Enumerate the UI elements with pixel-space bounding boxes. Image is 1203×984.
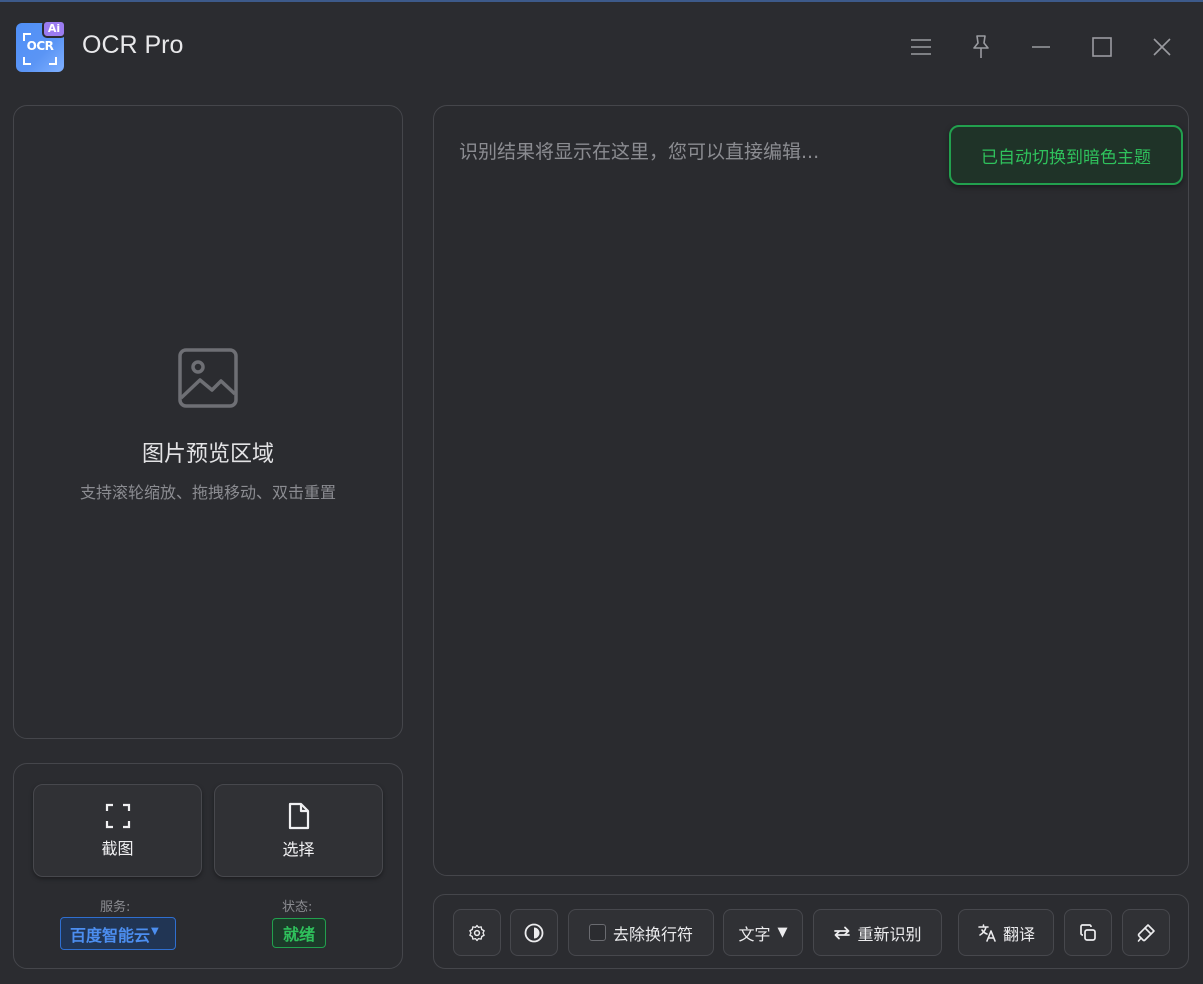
theme-toast: 已自动切换到暗色主题 <box>949 125 1183 185</box>
screenshot-button[interactable]: 截图 <box>33 784 202 877</box>
remove-newlines-label: 去除换行符 <box>612 924 693 944</box>
reocr-button[interactable]: 重新识别 <box>813 909 942 956</box>
chevron-down-icon: ▼ <box>151 926 159 937</box>
title-bar[interactable]: OCR Ai OCR Pro <box>0 2 1203 92</box>
service-value: 百度智能云 <box>70 925 151 945</box>
service-select[interactable]: 百度智能云 ▼ <box>60 917 176 950</box>
control-panel: 截图 选择 服务: 百度智能云 ▼ 状态: 就绪 <box>13 763 403 969</box>
scan-corner-icon <box>49 57 57 65</box>
brush-icon <box>1137 923 1155 942</box>
logo-text: OCR <box>26 39 54 53</box>
translate-label: 翻译 <box>1002 924 1035 944</box>
bottom-toolbar: 去除换行符 文字 ▼ 重新识别 翻译 <box>433 894 1189 969</box>
file-icon <box>288 802 309 829</box>
app-window: OCR Ai OCR Pro 图片预览区域 支持滚轮缩放、拖拽移动、双击重置 截… <box>0 0 1203 984</box>
reocr-label: 重新识别 <box>857 924 922 944</box>
pin-button[interactable] <box>966 32 996 62</box>
settings-button[interactable] <box>453 909 501 956</box>
preview-subtitle: 支持滚轮缩放、拖拽移动、双击重置 <box>79 483 336 502</box>
copy-button[interactable] <box>1064 909 1112 956</box>
status-badge: 就绪 <box>272 918 326 948</box>
menu-icon <box>911 39 931 55</box>
mode-value: 文字 <box>738 924 771 944</box>
image-icon <box>178 348 238 408</box>
select-file-button-label: 选择 <box>282 839 315 859</box>
result-placeholder: 识别结果将显示在这里，您可以直接编辑... <box>459 141 820 163</box>
refresh-icon <box>834 926 851 939</box>
menu-button[interactable] <box>906 32 936 62</box>
maximize-button[interactable] <box>1087 32 1117 62</box>
app-title: OCR Pro <box>82 31 184 59</box>
minimize-icon <box>1032 46 1050 48</box>
select-file-button[interactable]: 选择 <box>214 784 383 877</box>
remove-newlines-checkbox[interactable]: 去除换行符 <box>568 909 714 956</box>
copy-icon <box>1080 923 1096 941</box>
theme-toggle-button[interactable] <box>510 909 558 956</box>
screenshot-button-label: 截图 <box>101 838 134 858</box>
maximize-icon <box>1092 37 1112 57</box>
logo-ai-badge: Ai <box>42 20 66 38</box>
close-button[interactable] <box>1147 32 1177 62</box>
image-preview-area[interactable]: 图片预览区域 支持滚轮缩放、拖拽移动、双击重置 <box>13 105 403 739</box>
pin-icon <box>973 35 989 58</box>
translate-icon <box>978 923 996 942</box>
chevron-down-icon: ▼ <box>777 925 788 940</box>
screenshot-icon <box>105 803 130 828</box>
app-logo: OCR Ai <box>16 20 66 72</box>
checkbox-icon[interactable] <box>588 924 606 941</box>
result-text-area[interactable]: 识别结果将显示在这里，您可以直接编辑... 已自动切换到暗色主题 <box>433 105 1189 876</box>
contrast-icon <box>524 923 544 942</box>
mode-select[interactable]: 文字 ▼ <box>723 909 803 956</box>
service-label: 服务: <box>100 900 131 915</box>
close-icon <box>1153 38 1171 56</box>
scan-corner-icon <box>23 57 31 65</box>
clear-button[interactable] <box>1122 909 1170 956</box>
status-label: 状态: <box>282 900 313 915</box>
translate-button[interactable]: 翻译 <box>958 909 1054 956</box>
gear-icon <box>469 924 485 941</box>
minimize-button[interactable] <box>1026 32 1056 62</box>
preview-title: 图片预览区域 <box>141 442 274 467</box>
